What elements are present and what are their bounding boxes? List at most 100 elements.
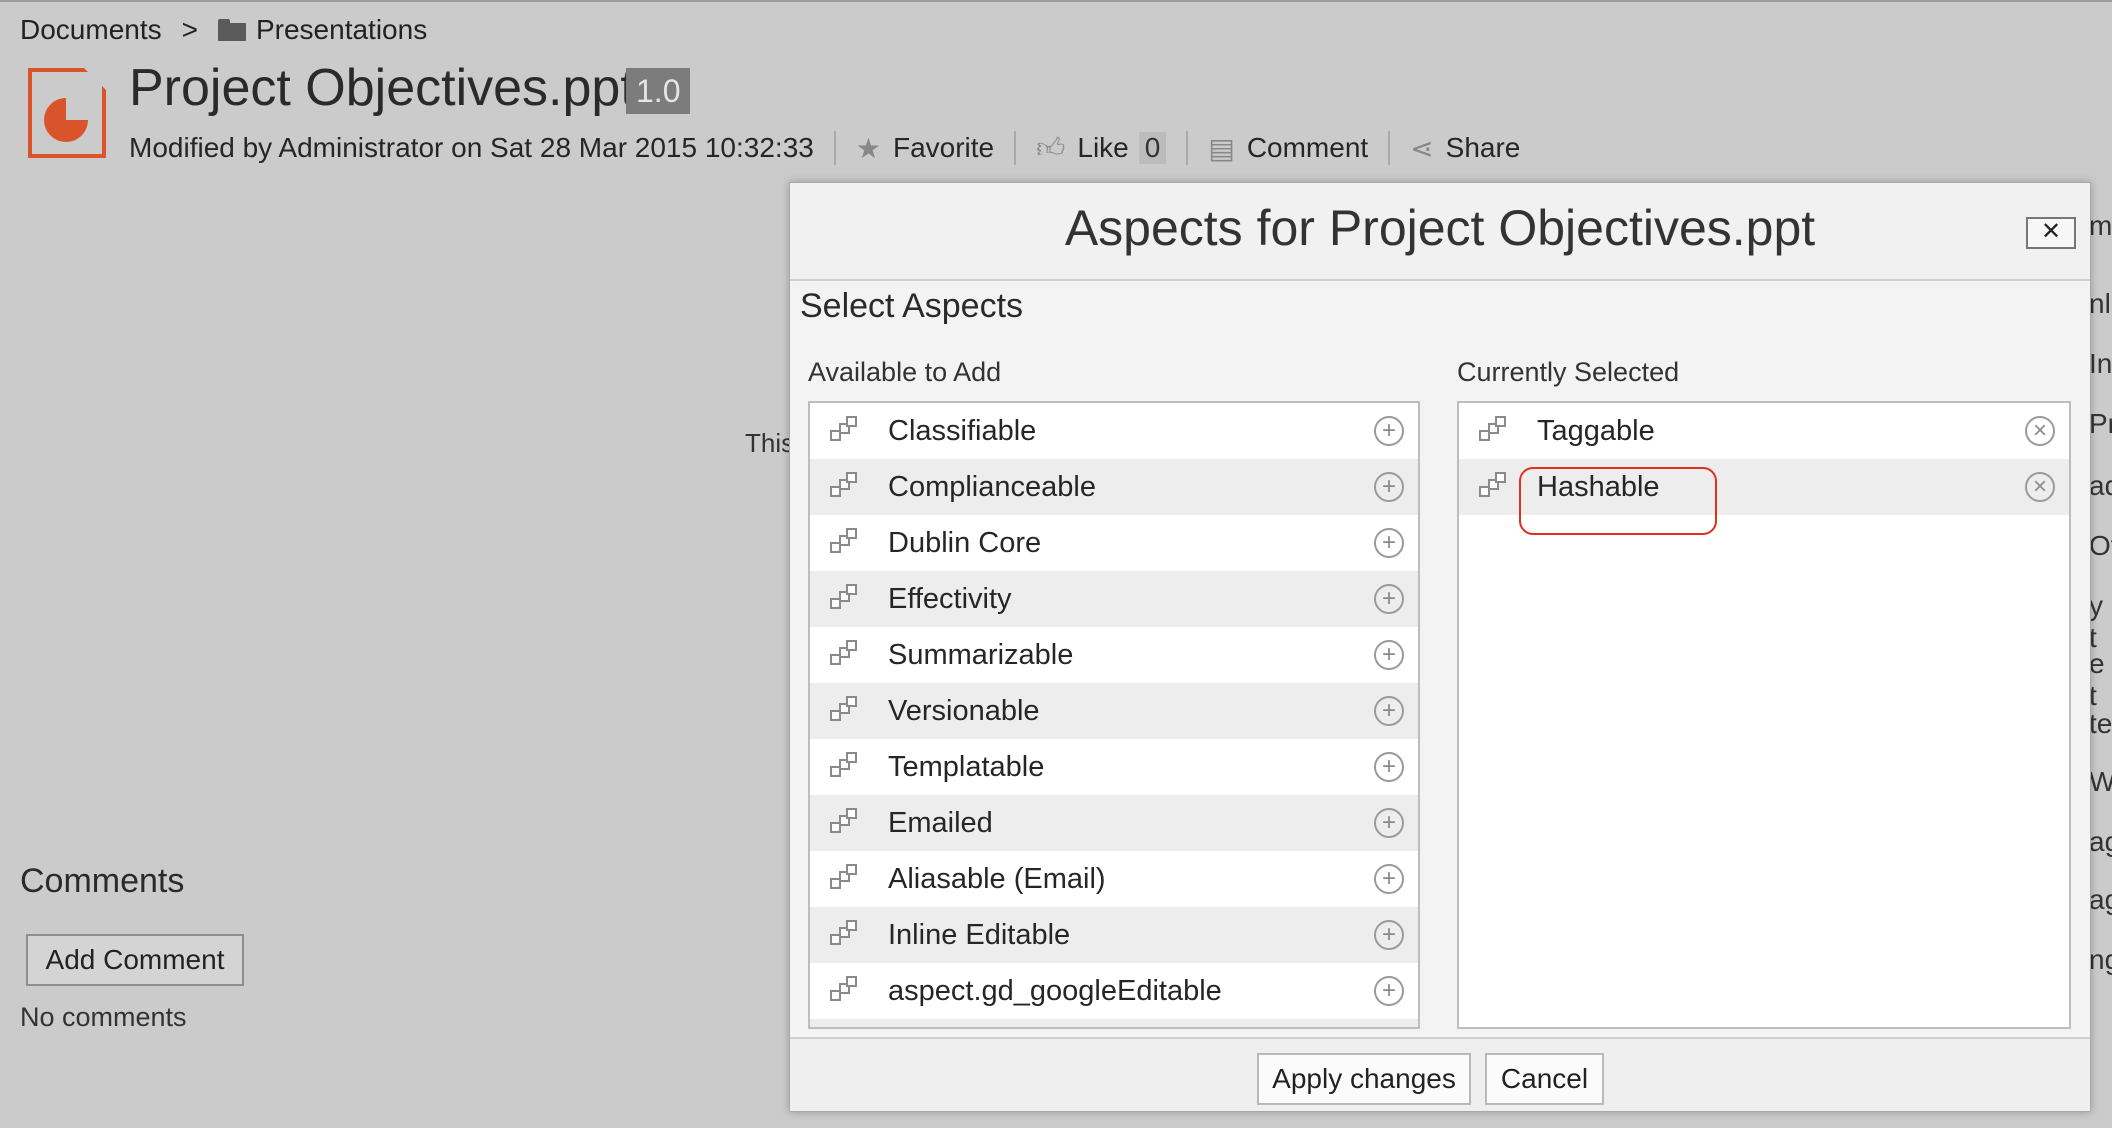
divider <box>833 131 836 165</box>
divider <box>1186 131 1189 165</box>
aspect-label: Effectivity <box>888 582 1012 615</box>
add-icon[interactable]: + <box>1374 416 1404 446</box>
star-icon: ★ <box>855 132 881 164</box>
favorite-action[interactable]: ★ Favorite <box>856 132 994 165</box>
available-label: Available to Add <box>808 357 1002 387</box>
add-comment-button[interactable]: Add Comment <box>26 934 244 986</box>
aspect-icon <box>830 864 860 894</box>
share-action[interactable]: ⋖ Share <box>1410 132 1520 165</box>
breadcrumb-separator: > <box>181 14 198 45</box>
aspect-icon <box>830 584 860 614</box>
add-icon[interactable]: + <box>1374 976 1404 1006</box>
aspect-label: Taggable <box>1537 414 1655 447</box>
add-icon[interactable]: + <box>1374 640 1404 670</box>
aspect-row-inline-editable: Inline Editable + <box>810 907 1418 963</box>
modified-info: Modified by Administrator on Sat 28 Mar … <box>129 132 814 163</box>
right-panel-text: W <box>2089 766 2112 797</box>
aspect-row-partial <box>810 1019 1418 1027</box>
document-meta-row: Modified by Administrator on Sat 28 Mar … <box>129 128 1520 168</box>
aspect-icon <box>1479 416 1509 446</box>
right-panel-text: y t <box>2089 590 2103 653</box>
remove-icon[interactable]: × <box>2025 416 2055 446</box>
folder-icon <box>217 19 246 41</box>
aspect-row-google-editable: aspect.gd_googleEditable + <box>810 963 1418 1019</box>
aspect-row-emailed: Emailed + <box>810 795 1418 851</box>
aspect-row-classifiable: Classifiable + <box>810 403 1418 459</box>
comment-label: Comment <box>1246 132 1369 163</box>
add-icon[interactable]: + <box>1374 584 1404 614</box>
document-title: Project Objectives.ppt <box>129 59 635 117</box>
aspect-icon <box>830 640 860 670</box>
add-icon[interactable]: + <box>1374 696 1404 726</box>
add-icon[interactable]: + <box>1374 920 1404 950</box>
aspect-row-dublin-core: Dublin Core + <box>810 515 1418 571</box>
aspect-row-effectivity: Effectivity + <box>810 571 1418 627</box>
right-panel-text: nl <box>2089 288 2111 319</box>
aspect-icon <box>1479 472 1509 502</box>
divider <box>1014 131 1017 165</box>
selected-row-taggable: Taggable × <box>1459 403 2069 459</box>
share-label: Share <box>1445 132 1521 163</box>
available-aspects-list[interactable]: Classifiable + Complianceable + Dublin C… <box>808 401 1420 1029</box>
right-panel-text: te <box>2089 708 2112 739</box>
right-panel-text: ag <box>2089 826 2112 857</box>
aspect-label: Aliasable (Email) <box>888 862 1106 895</box>
aspect-icon <box>830 752 860 782</box>
aspect-icon <box>830 472 860 502</box>
aspect-icon <box>830 976 860 1006</box>
remove-icon[interactable]: × <box>2025 472 2055 502</box>
like-count-badge: 0 <box>1138 132 1167 164</box>
comment-icon: ▤ <box>1208 132 1235 164</box>
right-panel-text: ag <box>2089 884 2112 915</box>
like-action[interactable]: 👍︎ Like 0 <box>1036 131 1167 165</box>
add-icon[interactable]: + <box>1374 528 1404 558</box>
right-panel-text: ad <box>2089 470 2112 501</box>
add-icon[interactable]: + <box>1374 864 1404 894</box>
aspect-label: Inline Editable <box>888 918 1071 951</box>
aspect-icon <box>830 416 860 446</box>
right-panel-text: ng <box>2089 944 2112 975</box>
aspect-label: Summarizable <box>888 638 1074 671</box>
aspect-label: aspect.gd_googleEditable <box>888 974 1222 1007</box>
close-icon[interactable]: ✕ <box>2026 217 2076 249</box>
apply-changes-button[interactable]: Apply changes <box>1257 1053 1471 1105</box>
right-panel-text: Pr <box>2089 408 2112 439</box>
aspects-dialog: Aspects for Project Objectives.ppt ✕ Sel… <box>789 182 2091 1112</box>
aspect-label: Classifiable <box>888 414 1037 447</box>
aspect-icon <box>830 920 860 950</box>
powerpoint-file-icon <box>28 68 106 158</box>
cancel-button[interactable]: Cancel <box>1485 1053 1604 1105</box>
aspect-row-aliasable-email: Aliasable (Email) + <box>810 851 1418 907</box>
comments-heading: Comments <box>20 862 185 900</box>
aspect-row-complianceable: Complianceable + <box>810 459 1418 515</box>
share-icon: ⋖ <box>1410 132 1434 164</box>
aspect-row-templatable: Templatable + <box>810 739 1418 795</box>
add-icon[interactable]: + <box>1374 808 1404 838</box>
dialog-title: Aspects for Project Objectives.ppt <box>1064 200 1816 256</box>
aspect-icon <box>830 696 860 726</box>
top-border <box>0 0 2112 2</box>
selected-label: Currently Selected <box>1457 357 1680 387</box>
right-panel-text: Of <box>2089 530 2112 561</box>
aspect-icon <box>830 808 860 838</box>
version-badge: 1.0 <box>626 68 691 114</box>
thumbs-up-icon: 👍︎ <box>1036 132 1066 163</box>
aspect-label: Emailed <box>888 806 993 839</box>
right-panel-text: e t <box>2089 648 2105 711</box>
aspect-label-text: Hashable <box>1537 470 1660 503</box>
aspect-label: Complianceable <box>888 470 1096 503</box>
comment-action[interactable]: ▤ Comment <box>1208 132 1368 165</box>
add-icon[interactable]: + <box>1374 752 1404 782</box>
divider <box>1388 131 1391 165</box>
breadcrumb-documents-link[interactable]: Documents <box>20 14 162 46</box>
dialog-footer: Apply changes Cancel <box>790 1037 2090 1111</box>
right-panel-text: In <box>2089 348 2112 379</box>
like-label: Like <box>1077 132 1129 163</box>
aspect-row-versionable: Versionable + <box>810 683 1418 739</box>
breadcrumb-presentations-link[interactable]: Presentations <box>256 14 427 46</box>
selected-row-hashable: Hashable × <box>1459 459 2069 535</box>
add-icon[interactable]: + <box>1374 472 1404 502</box>
selected-aspects-list[interactable]: Taggable × Hashable × <box>1457 401 2071 1029</box>
aspect-label: Versionable <box>888 694 1040 727</box>
aspect-label: Hashable <box>1519 466 1717 535</box>
